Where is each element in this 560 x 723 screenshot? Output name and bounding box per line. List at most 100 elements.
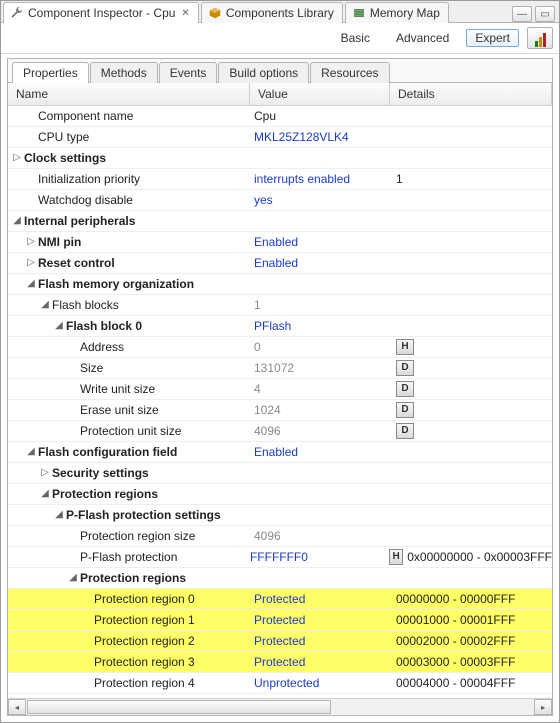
property-row[interactable]: ◦Erase unit size1024 D	[8, 400, 552, 421]
tab-components-library[interactable]: Components Library	[201, 2, 343, 23]
property-name-cell[interactable]: ◦Watchdog disable	[8, 190, 250, 210]
scroll-track[interactable]	[27, 700, 533, 714]
property-name-cell[interactable]: ◢Protection regions	[8, 568, 250, 588]
inner-tab-methods[interactable]: Methods	[90, 62, 158, 83]
property-name-cell[interactable]: ▷Security settings	[8, 463, 250, 483]
close-icon[interactable]: ✕	[179, 8, 189, 19]
resource-graph-button[interactable]	[527, 27, 553, 49]
property-value-cell[interactable]: Protected	[250, 611, 390, 629]
property-name-cell[interactable]: ◦Write unit size	[8, 379, 250, 399]
property-value-cell[interactable]: Protected	[250, 653, 390, 671]
property-row[interactable]: ◢Protection regions	[8, 484, 552, 505]
inner-tab-events[interactable]: Events	[159, 62, 218, 83]
property-value-cell[interactable]: Enabled	[250, 254, 390, 272]
property-row[interactable]: ◦Write unit size4D	[8, 379, 552, 400]
property-row[interactable]: ◢Flash block 0PFlash	[8, 316, 552, 337]
hex-unit-badge[interactable]: H	[389, 549, 403, 565]
property-value-cell[interactable]: yes	[250, 191, 390, 209]
column-header-value[interactable]: Value	[250, 83, 390, 105]
property-row[interactable]: ◦Protection unit size4096D	[8, 421, 552, 442]
property-name-cell[interactable]: ◦P-Flash protection	[8, 547, 246, 567]
property-row[interactable]: ▷Clock settings	[8, 148, 552, 169]
scroll-right-button[interactable]: ▸	[534, 699, 552, 715]
property-value-cell[interactable]: FFFFFFF0	[246, 548, 383, 566]
property-value-cell[interactable]: 4096	[250, 527, 390, 545]
property-value-cell[interactable]: 4	[250, 380, 390, 398]
inner-tab-properties[interactable]: Properties	[12, 62, 89, 83]
property-row[interactable]: ◢P-Flash protection settings	[8, 505, 552, 526]
property-row[interactable]: ◦Size131072D	[8, 358, 552, 379]
properties-tree[interactable]: ◦Component nameCpu◦CPU typeMKL25Z128VLK4…	[8, 106, 552, 698]
column-header-name[interactable]: Name	[8, 83, 250, 105]
property-row[interactable]: ◢Flash memory organization	[8, 274, 552, 295]
collapse-toggle-icon[interactable]: ◢	[26, 275, 36, 293]
property-name-cell[interactable]: ▷NMI pin	[8, 232, 250, 252]
property-name-cell[interactable]: ◢P-Flash protection settings	[8, 505, 250, 525]
property-name-cell[interactable]: ◢Flash memory organization	[8, 274, 250, 294]
property-value-cell[interactable]: 4096	[250, 422, 390, 440]
expand-toggle-icon[interactable]: ▷	[26, 254, 36, 272]
tab-component-inspector[interactable]: Component Inspector - Cpu ✕	[3, 2, 199, 23]
property-name-cell[interactable]: ◢Internal peripherals	[8, 211, 250, 231]
property-row[interactable]: ◢Protection regions	[8, 568, 552, 589]
property-value-cell[interactable]: 1	[250, 296, 390, 314]
dec-unit-badge[interactable]: D	[396, 381, 414, 397]
property-value-cell[interactable]: 1024	[250, 401, 390, 419]
property-value-cell[interactable]: Enabled	[250, 233, 390, 251]
property-value-cell[interactable]: Protected	[250, 632, 390, 650]
property-name-cell[interactable]: ◦Protection region 3	[8, 652, 250, 672]
property-name-cell[interactable]: ◦CPU type	[8, 127, 250, 147]
property-row[interactable]: ◢Internal peripherals	[8, 211, 552, 232]
property-name-cell[interactable]: ▷Clock settings	[8, 148, 250, 168]
collapse-toggle-icon[interactable]: ◢	[68, 569, 78, 587]
property-row[interactable]: ◦Watchdog disableyes	[8, 190, 552, 211]
collapse-toggle-icon[interactable]: ◢	[26, 443, 36, 461]
tab-memory-map[interactable]: Memory Map	[345, 2, 449, 23]
property-row[interactable]: ◦Protection region 1Protected00001000 - …	[8, 610, 552, 631]
property-row[interactable]: ◦Protection region 2Protected00002000 - …	[8, 631, 552, 652]
property-value-cell[interactable]: interrupts enabled	[250, 170, 390, 188]
property-row[interactable]: ◦Component nameCpu	[8, 106, 552, 127]
property-value-cell[interactable]: Unprotected	[250, 674, 390, 692]
property-name-cell[interactable]: ◢Flash blocks	[8, 295, 250, 315]
property-row[interactable]: ◦Protection region 4Unprotected00004000 …	[8, 673, 552, 694]
inner-tab-resources[interactable]: Resources	[310, 62, 389, 83]
dec-unit-badge[interactable]: D	[396, 360, 414, 376]
property-name-cell[interactable]: ◢Flash block 0	[8, 316, 250, 336]
scroll-thumb[interactable]	[27, 700, 331, 714]
property-name-cell[interactable]: ◢Flash configuration field	[8, 442, 250, 462]
property-row[interactable]: ◦Protection region 0Protected00000000 - …	[8, 589, 552, 610]
hex-unit-badge[interactable]: H	[396, 339, 414, 355]
column-header-details[interactable]: Details	[390, 83, 552, 105]
property-row[interactable]: ◢Flash configuration fieldEnabled	[8, 442, 552, 463]
minimize-view-button[interactable]: —	[512, 6, 532, 22]
property-row[interactable]: ▷NMI pinEnabled	[8, 232, 552, 253]
property-name-cell[interactable]: ◦Protection region 4	[8, 673, 250, 693]
property-name-cell[interactable]: ◦Protection region 1	[8, 610, 250, 630]
property-value-cell[interactable]: 131072	[250, 359, 390, 377]
property-name-cell[interactable]: ◦Erase unit size	[8, 400, 250, 420]
expand-toggle-icon[interactable]: ▷	[26, 233, 36, 251]
property-row[interactable]: ▷Reset controlEnabled	[8, 253, 552, 274]
collapse-toggle-icon[interactable]: ◢	[54, 317, 64, 335]
horizontal-scrollbar[interactable]: ◂ ▸	[8, 698, 552, 715]
collapse-toggle-icon[interactable]: ◢	[12, 212, 22, 230]
property-row[interactable]: ◢Flash blocks1	[8, 295, 552, 316]
scroll-left-button[interactable]: ◂	[8, 699, 26, 715]
property-row[interactable]: ◦Protection region 3Protected00003000 - …	[8, 652, 552, 673]
property-name-cell[interactable]: ◦Protection region size	[8, 526, 250, 546]
property-value-cell[interactable]: MKL25Z128VLK4	[250, 128, 390, 146]
expand-toggle-icon[interactable]: ▷	[12, 149, 22, 167]
maximize-view-button[interactable]: ▭	[535, 6, 555, 22]
property-name-cell[interactable]: ◦Protection unit size	[8, 421, 250, 441]
view-mode-advanced[interactable]: Advanced	[387, 29, 458, 47]
inner-tab-build[interactable]: Build options	[218, 62, 309, 83]
view-mode-basic[interactable]: Basic	[332, 29, 379, 47]
property-row[interactable]: ◦P-Flash protectionFFFFFFF0H0x00000000 -…	[8, 547, 552, 568]
property-row[interactable]: ◦Protection region size4096	[8, 526, 552, 547]
collapse-toggle-icon[interactable]: ◢	[40, 296, 50, 314]
property-name-cell[interactable]: ◦Initialization priority	[8, 169, 250, 189]
property-row[interactable]: ▷Security settings	[8, 463, 552, 484]
dec-unit-badge[interactable]: D	[396, 402, 414, 418]
property-row[interactable]: ◦Address0H	[8, 337, 552, 358]
